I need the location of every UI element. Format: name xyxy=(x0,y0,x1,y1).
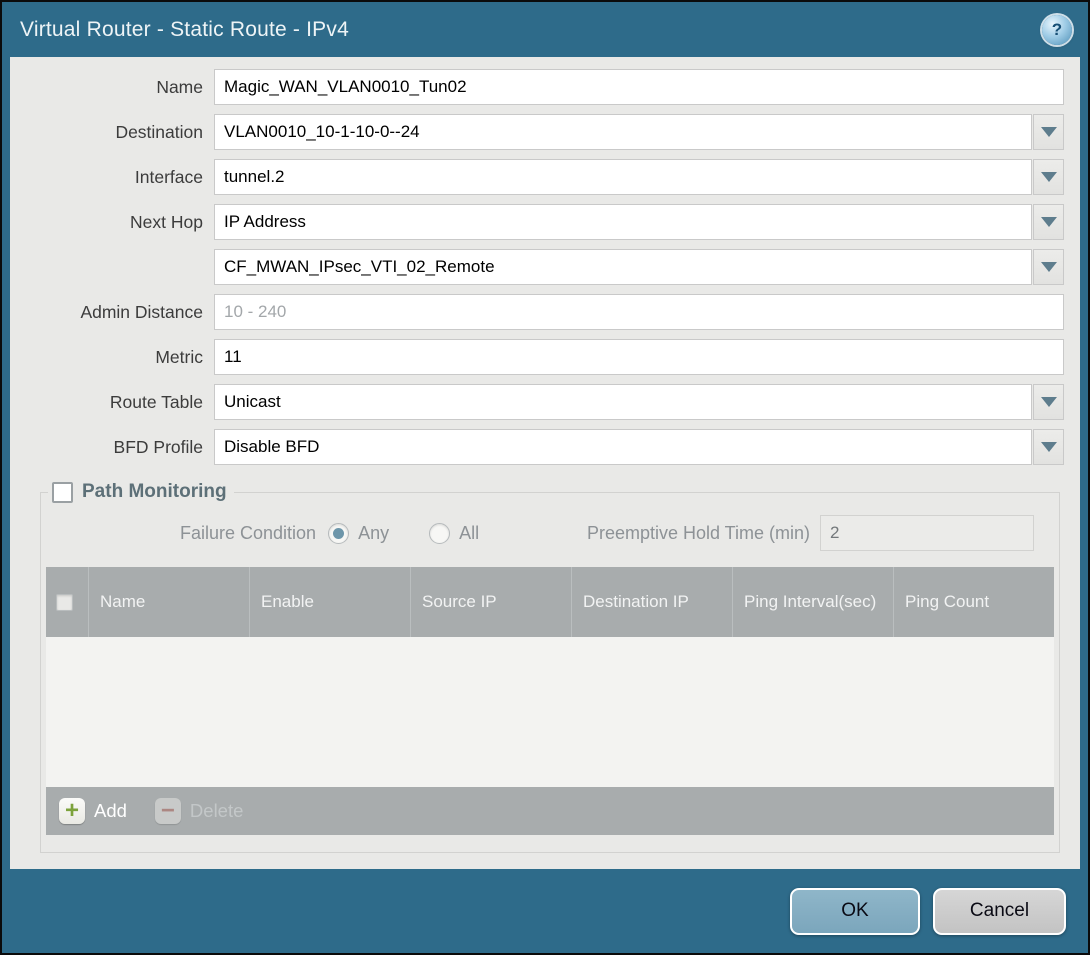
destination-input[interactable] xyxy=(214,114,1032,150)
column-header-name[interactable]: Name xyxy=(88,567,249,637)
path-monitoring-table: Name Enable Source IP Destination IP Pin… xyxy=(46,567,1054,835)
admin-distance-label: Admin Distance xyxy=(22,302,214,323)
failure-condition-row: Failure Condition Any All Preemptive Hol… xyxy=(46,515,1054,551)
name-label: Name xyxy=(22,77,214,98)
admin-distance-input[interactable] xyxy=(214,294,1064,330)
plus-icon: + xyxy=(59,798,85,824)
next-hop-address-dropdown-button[interactable] xyxy=(1033,249,1064,285)
column-header-ping-count[interactable]: Ping Count xyxy=(893,567,1054,637)
name-input[interactable] xyxy=(214,69,1064,105)
dialog-body: Name Destination Interface xyxy=(10,57,1080,869)
add-button[interactable]: + Add xyxy=(59,798,127,824)
table-toolbar: + Add − Delete xyxy=(46,787,1054,835)
dialog-titlebar: Virtual Router - Static Route - IPv4 ? xyxy=(2,2,1088,57)
select-all-checkbox[interactable] xyxy=(56,594,73,611)
destination-label: Destination xyxy=(22,122,214,143)
table-header-row: Name Enable Source IP Destination IP Pin… xyxy=(46,567,1054,637)
failure-condition-all-label: All xyxy=(459,523,479,544)
delete-button[interactable]: − Delete xyxy=(155,798,243,824)
path-monitoring-legend: Path Monitoring xyxy=(48,481,234,503)
minus-icon: − xyxy=(155,798,181,824)
help-glyph: ? xyxy=(1052,20,1062,40)
table-header-select-cell xyxy=(46,567,88,637)
delete-button-label: Delete xyxy=(190,800,243,822)
destination-dropdown-button[interactable] xyxy=(1033,114,1064,150)
column-header-ping-interval[interactable]: Ping Interval(sec) xyxy=(732,567,893,637)
preemptive-hold-time-label: Preemptive Hold Time (min) xyxy=(587,523,810,544)
route-table-label: Route Table xyxy=(22,392,214,413)
failure-condition-all-radio[interactable] xyxy=(429,523,450,544)
failure-condition-any-label: Any xyxy=(358,523,389,544)
chevron-down-icon xyxy=(1041,127,1057,137)
ok-button[interactable]: OK xyxy=(790,888,920,935)
failure-condition-any-radio[interactable] xyxy=(328,523,349,544)
static-route-dialog: Virtual Router - Static Route - IPv4 ? N… xyxy=(0,0,1090,955)
route-table-dropdown-button[interactable] xyxy=(1033,384,1064,420)
metric-label: Metric xyxy=(22,347,214,368)
bfd-profile-label: BFD Profile xyxy=(22,437,214,458)
metric-row: Metric xyxy=(22,339,1064,375)
column-header-source-ip[interactable]: Source IP xyxy=(410,567,571,637)
admin-distance-row: Admin Distance xyxy=(22,294,1064,330)
table-body-empty xyxy=(46,637,1054,787)
next-hop-row: Next Hop xyxy=(22,204,1064,240)
route-table-row: Route Table xyxy=(22,384,1064,420)
failure-condition-label: Failure Condition xyxy=(180,523,316,544)
next-hop-address-input[interactable] xyxy=(214,249,1032,285)
help-icon[interactable]: ? xyxy=(1042,15,1072,45)
bfd-profile-input[interactable] xyxy=(214,429,1032,465)
chevron-down-icon xyxy=(1041,172,1057,182)
route-table-input[interactable] xyxy=(214,384,1032,420)
column-header-enable[interactable]: Enable xyxy=(249,567,410,637)
dialog-footer: OK Cancel xyxy=(2,869,1088,953)
chevron-down-icon xyxy=(1041,217,1057,227)
next-hop-address-row xyxy=(22,249,1064,285)
path-monitoring-section: Path Monitoring Failure Condition Any Al… xyxy=(40,481,1060,853)
preemptive-hold-time-input[interactable] xyxy=(820,515,1034,551)
metric-input[interactable] xyxy=(214,339,1064,375)
interface-input[interactable] xyxy=(214,159,1032,195)
name-row: Name xyxy=(22,69,1064,105)
chevron-down-icon xyxy=(1041,262,1057,272)
interface-label: Interface xyxy=(22,167,214,188)
chevron-down-icon xyxy=(1041,397,1057,407)
interface-row: Interface xyxy=(22,159,1064,195)
next-hop-label: Next Hop xyxy=(22,212,214,233)
next-hop-dropdown-button[interactable] xyxy=(1033,204,1064,240)
interface-dropdown-button[interactable] xyxy=(1033,159,1064,195)
path-monitoring-checkbox[interactable] xyxy=(52,482,73,503)
add-button-label: Add xyxy=(94,800,127,822)
bfd-profile-dropdown-button[interactable] xyxy=(1033,429,1064,465)
column-header-destination-ip[interactable]: Destination IP xyxy=(571,567,732,637)
chevron-down-icon xyxy=(1041,442,1057,452)
path-monitoring-title: Path Monitoring xyxy=(82,481,227,503)
cancel-button[interactable]: Cancel xyxy=(933,888,1066,935)
destination-row: Destination xyxy=(22,114,1064,150)
next-hop-type-input[interactable] xyxy=(214,204,1032,240)
bfd-profile-row: BFD Profile xyxy=(22,429,1064,465)
dialog-title: Virtual Router - Static Route - IPv4 xyxy=(20,18,1042,42)
